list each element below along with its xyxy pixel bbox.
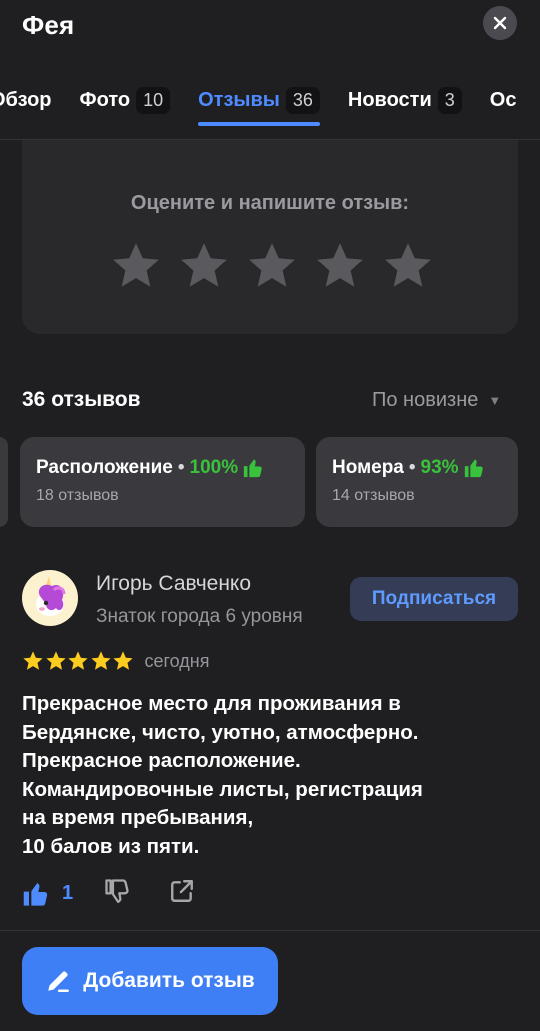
tab-label: Фото xyxy=(79,88,131,111)
review-text-line: Прекрасное место для проживания в xyxy=(22,692,401,715)
tab-bar: Обзор Фото 10 Отзывы 36 Новости 3 Ос xyxy=(0,84,540,128)
review-rating: сегодня xyxy=(22,650,210,672)
rate-card: Оцените и напишите отзыв: xyxy=(22,140,518,334)
star-2-icon[interactable] xyxy=(178,240,230,292)
share-icon xyxy=(171,880,194,902)
star-filled-icon xyxy=(68,651,88,670)
tab-overview[interactable]: Обзор xyxy=(0,84,52,116)
aspect-name: Номера xyxy=(332,457,404,478)
thumbs-up-icon xyxy=(243,459,262,478)
tab-count: 3 xyxy=(437,86,462,114)
tab-news[interactable]: Новости 3 xyxy=(348,84,462,116)
aspect-percent: 93% xyxy=(420,457,459,478)
like-count: 1 xyxy=(62,882,74,904)
like-button[interactable]: 1 xyxy=(22,880,73,908)
aspect-name: Расположение xyxy=(36,457,173,478)
star-3-icon[interactable] xyxy=(246,240,298,292)
tab-label: Отзывы xyxy=(198,88,280,111)
avatar[interactable] xyxy=(22,570,78,626)
aspect-title: Номера • 93% xyxy=(332,457,518,479)
reviews-screen: Фея Обзор Фото 10 Отзывы 36 Новости 3 xyxy=(0,0,540,1031)
share-button[interactable] xyxy=(169,878,195,909)
review-author-name[interactable]: Игорь Савченко xyxy=(96,572,251,596)
thumbs-up-icon xyxy=(464,459,483,478)
review-author-level: Знаток города 6 уровня xyxy=(96,606,303,627)
divider xyxy=(0,930,540,931)
unicorn-avatar-icon xyxy=(36,576,66,616)
tab-label: Ос xyxy=(489,88,517,111)
close-icon xyxy=(493,16,507,30)
star-filled-icon xyxy=(23,651,43,670)
review-text-line: Бердянске, чисто, уютно, атмосферно. xyxy=(22,720,419,744)
review-text-line: на время пребывания, xyxy=(22,806,254,829)
rating-input xyxy=(110,240,450,292)
separator-dot: • xyxy=(177,457,185,478)
tab-label: Новости xyxy=(347,88,432,111)
aspect-card-rooms[interactable]: Номера • 93% 14 отзывов xyxy=(316,437,518,527)
review-actions: 1 xyxy=(22,877,195,910)
sort-label: По новизне xyxy=(372,389,479,411)
star-filled-icon xyxy=(45,651,66,670)
tab-reviews[interactable]: Отзывы 36 xyxy=(198,84,320,126)
header: Фея Обзор Фото 10 Отзывы 36 Новости 3 xyxy=(0,0,540,140)
pencil-icon xyxy=(48,971,70,992)
reviews-count: 36 отзывов xyxy=(22,388,141,411)
thumbs-up-icon xyxy=(23,882,48,906)
review-text: Прекрасное место для проживания в Бердян… xyxy=(22,690,522,861)
review-date: сегодня xyxy=(144,650,210,671)
review-text-line: Прекрасное расположение. xyxy=(22,749,301,772)
add-review-label: Добавить отзыв xyxy=(83,969,255,992)
star-4-icon[interactable] xyxy=(314,240,366,292)
aspect-reviews-count: 18 отзывов xyxy=(36,487,119,504)
aspect-percent: 100% xyxy=(189,457,239,478)
close-button[interactable] xyxy=(483,6,517,40)
add-review-button[interactable]: Добавить отзыв xyxy=(22,947,278,1015)
sort-dropdown[interactable]: По новизне ▼ xyxy=(372,389,501,412)
review-text-line: Командировочные листы, регистрация xyxy=(22,777,423,801)
tab-more[interactable]: Ос xyxy=(490,84,517,116)
subscribe-button[interactable]: Подписаться xyxy=(350,577,518,621)
chevron-down-icon: ▼ xyxy=(488,393,502,408)
star-5-icon[interactable] xyxy=(382,240,434,292)
tab-count: 36 xyxy=(285,86,320,114)
separator-dot: • xyxy=(408,457,416,478)
rate-prompt: Оцените и напишите отзыв: xyxy=(130,192,410,214)
tab-photos[interactable]: Фото 10 xyxy=(80,84,171,116)
star-1-icon[interactable] xyxy=(110,240,162,292)
aspect-card-location[interactable]: Расположение • 100% 18 отзывов xyxy=(20,437,305,527)
thumbs-down-icon xyxy=(105,879,129,904)
review-text-line: 10 балов из пяти. xyxy=(22,834,200,858)
page-title: Фея xyxy=(22,10,75,40)
aspect-card-previous[interactable] xyxy=(0,437,8,527)
aspect-title: Расположение • 100% xyxy=(36,457,305,479)
tab-label: Обзор xyxy=(0,88,52,111)
aspect-reviews-count: 14 отзывов xyxy=(332,487,415,504)
dislike-button[interactable] xyxy=(103,877,131,910)
star-filled-icon xyxy=(113,651,133,670)
star-filled-icon xyxy=(90,651,111,670)
tab-count: 10 xyxy=(136,86,171,114)
